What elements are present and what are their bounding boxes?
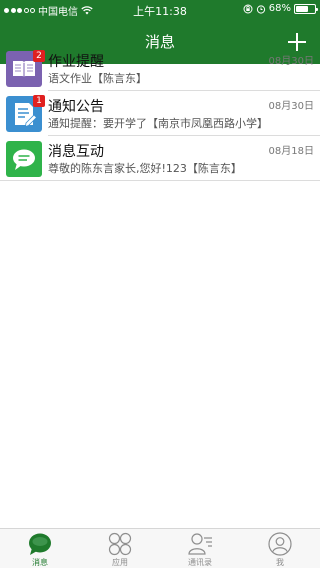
apps-grid-icon — [108, 532, 132, 556]
status-right: 68% — [243, 3, 318, 14]
battery-fill — [296, 5, 309, 12]
battery-icon — [294, 3, 318, 14]
tab-messages[interactable]: 消息 — [0, 529, 80, 568]
message-date: 08月30日 — [268, 101, 314, 112]
tab-label: 消息 — [32, 558, 48, 567]
tab-label: 通讯录 — [188, 558, 212, 567]
tab-label: 应用 — [112, 558, 128, 567]
message-preview: 语文作业【陈言东】 — [48, 72, 147, 85]
tab-me[interactable]: 我 — [240, 529, 320, 568]
message-title: 消息互动 — [48, 144, 104, 160]
message-title: 通知公告 — [48, 99, 104, 115]
contacts-icon — [188, 533, 212, 555]
row-divider — [0, 180, 320, 181]
tab-apps[interactable]: 应用 — [80, 529, 160, 568]
battery-percent: 68% — [268, 3, 291, 14]
chat-icon — [6, 141, 42, 177]
message-preview: 尊敬的陈东言家长,您好!123【陈言东】 — [48, 162, 242, 175]
tab-label: 我 — [276, 558, 284, 567]
unread-badge: 2 — [33, 50, 45, 62]
chat-bubble-icon — [29, 533, 51, 555]
status-bar: 中国电信 上午11:38 68% — [0, 0, 320, 20]
tab-bar: 消息 应用 通讯录 我 — [0, 528, 320, 568]
tab-contacts[interactable]: 通讯录 — [160, 529, 240, 568]
message-date: 08月18日 — [268, 146, 314, 157]
message-row-interaction[interactable]: 消息互动 08月18日 尊敬的陈东言家长,您好!123【陈言东】 — [0, 136, 320, 181]
message-preview: 通知提醒：要开学了【南京市凤凰西路小学】 — [48, 117, 268, 130]
message-title: 作业提醒 — [48, 54, 104, 70]
alarm-icon — [256, 4, 265, 14]
profile-icon — [268, 532, 292, 556]
message-row-notice[interactable]: 1 通知公告 08月30日 通知提醒：要开学了【南京市凤凰西路小学】 — [0, 91, 320, 136]
message-list: 2 作业提醒 08月30日 语文作业【陈言东】 1 通知公告 08月30日 通知… — [0, 46, 320, 181]
message-row-homework[interactable]: 2 作业提醒 08月30日 语文作业【陈言东】 — [0, 46, 320, 91]
screen: 中国电信 上午11:38 68% 消息 2 作业提醒 08月30日 语文作业【陈… — [0, 0, 320, 568]
unread-badge: 1 — [33, 95, 45, 107]
message-date: 08月30日 — [268, 56, 314, 67]
rotation-lock-icon — [243, 4, 253, 13]
